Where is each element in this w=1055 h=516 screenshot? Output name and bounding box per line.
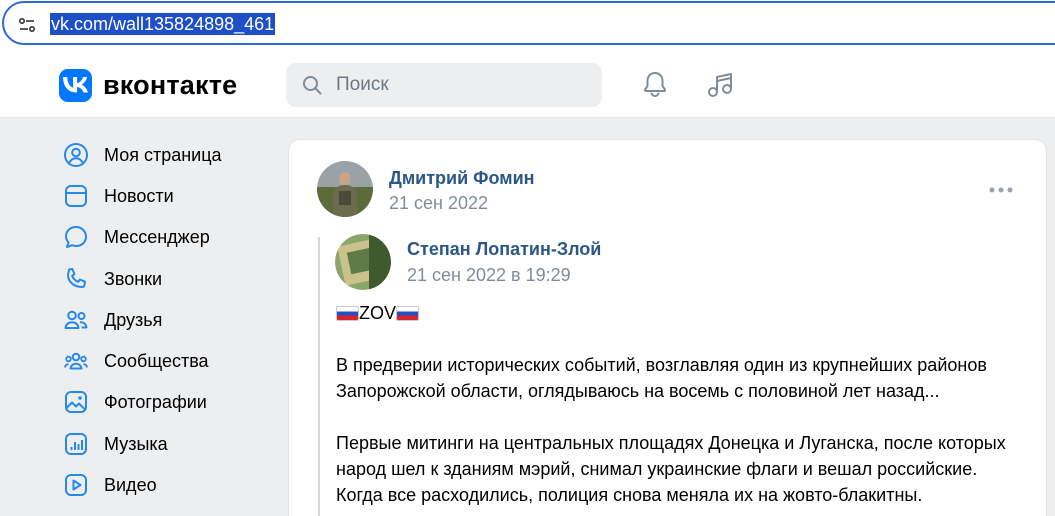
vk-letters-icon <box>63 77 88 93</box>
more-options-icon[interactable] <box>989 186 1013 194</box>
phone-icon <box>62 265 90 293</box>
address-bar[interactable]: vk.com/wall135824898_461 <box>2 1 1055 45</box>
sidebar-item-label: Новости <box>104 186 174 206</box>
vk-wordmark[interactable]: вконтакте <box>103 69 237 101</box>
post-paragraph-line: Первые митинги на центральных площадях Д… <box>336 433 1006 453</box>
sidebar-item-label: Мессенджер <box>104 227 210 247</box>
post-paragraph-line: Запорожской области, оглядываюсь на восе… <box>336 381 940 401</box>
friends-icon <box>62 306 90 334</box>
repost-author-name[interactable]: Степан Лопатин-Злой <box>407 238 601 260</box>
repost-date[interactable]: 21 сен 2022 в 19:29 <box>407 264 571 286</box>
post-text: ZOV В предверии исторических событий, во… <box>336 300 1036 508</box>
sidebar-item-calls[interactable]: Звонки <box>62 265 162 293</box>
browser-toolbar: vk.com/wall135824898_461 <box>0 0 1055 50</box>
sidebar-item-friends[interactable]: Друзья <box>62 306 162 334</box>
sidebar-item-video[interactable]: Видео <box>62 471 157 499</box>
sidebar-item-news[interactable]: Новости <box>62 182 174 210</box>
news-icon <box>62 182 90 210</box>
post-paragraph-line: В предверии исторических событий, возгла… <box>336 355 987 375</box>
sidebar-item-label: Звонки <box>104 269 163 289</box>
russia-flag-icon <box>336 305 359 321</box>
search-icon <box>303 76 322 95</box>
video-icon <box>62 471 90 499</box>
russia-flag-icon <box>396 305 420 321</box>
music-note-icon[interactable] <box>705 69 735 99</box>
sidebar-item-messenger[interactable]: Мессенджер <box>62 223 210 251</box>
site-header: вконтакте Поиск <box>0 50 1055 118</box>
site-settings-icon[interactable] <box>17 15 37 35</box>
bell-icon[interactable] <box>640 69 670 99</box>
communities-icon <box>62 347 90 375</box>
avatar[interactable] <box>317 161 373 217</box>
left-sidebar: Моя страница Новости Мессенджер Звонки Д… <box>0 118 280 516</box>
sidebar-item-music[interactable]: Музыка <box>62 430 168 458</box>
url-text[interactable]: vk.com/wall135824898_461 <box>50 13 276 35</box>
music-bars-icon <box>62 430 90 458</box>
sidebar-item-communities[interactable]: Сообщества <box>62 347 209 375</box>
post-paragraph-line: Когда все расходились, полиция снова мен… <box>336 485 923 505</box>
vk-logo-icon[interactable] <box>59 69 92 102</box>
sidebar-item-label: Друзья <box>104 310 163 330</box>
search-placeholder: Поиск <box>336 74 389 95</box>
zov-text: ZOV <box>359 303 397 323</box>
post-card: Дмитрий Фомин 21 сен 2022 Степан Лопатин… <box>288 139 1047 516</box>
search-input[interactable]: Поиск <box>286 63 602 107</box>
zov-line: ZOV <box>336 300 1036 326</box>
sidebar-item-label: Видео <box>104 475 157 495</box>
sidebar-item-label: Моя страница <box>104 145 222 165</box>
message-icon <box>62 223 90 251</box>
sidebar-item-photos[interactable]: Фотографии <box>62 388 207 416</box>
photo-icon <box>62 388 90 416</box>
post-paragraph-line: народ шел к зданиям мэрий, снимал украин… <box>336 459 978 479</box>
post-author-name[interactable]: Дмитрий Фомин <box>389 167 535 189</box>
post-date[interactable]: 21 сен 2022 <box>389 192 488 214</box>
sidebar-item-my-page[interactable]: Моя страница <box>62 141 222 169</box>
repost-divider <box>318 237 320 516</box>
sidebar-item-label: Сообщества <box>104 351 209 371</box>
avatar[interactable] <box>335 234 391 290</box>
sidebar-item-label: Музыка <box>104 434 168 454</box>
sidebar-item-label: Фотографии <box>104 392 207 412</box>
user-circle-icon <box>62 141 90 169</box>
